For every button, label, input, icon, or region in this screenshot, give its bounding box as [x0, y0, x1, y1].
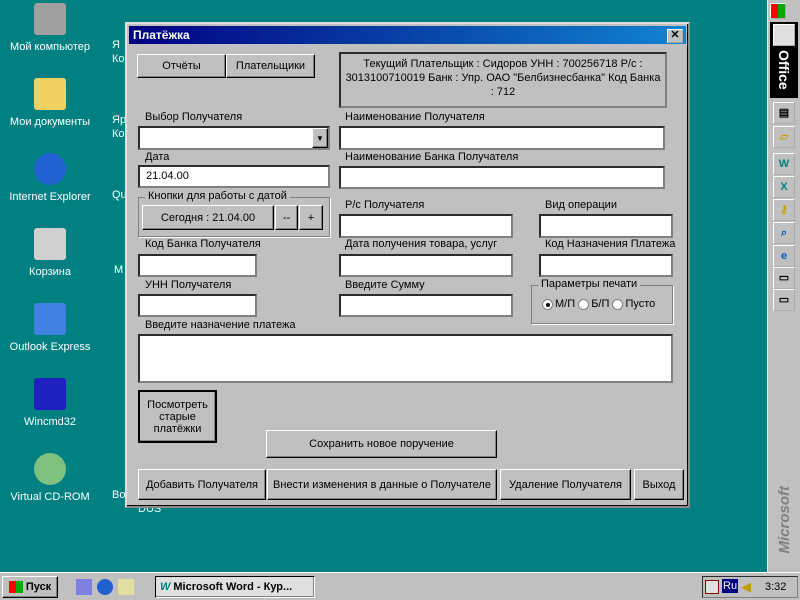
- purpose-label: Введите назначение платежа: [145, 319, 296, 331]
- desktop-icon-virtual-cd[interactable]: Virtual CD-ROM: [0, 453, 100, 503]
- date-minus-button[interactable]: --: [275, 205, 298, 230]
- account-input[interactable]: [339, 214, 513, 238]
- bank-code-input[interactable]: [138, 254, 257, 277]
- office-label: Office: [776, 50, 792, 90]
- recipient-name-input[interactable]: [339, 126, 665, 150]
- amount-input[interactable]: [339, 294, 513, 317]
- office-menu-icon[interactable]: [770, 3, 786, 19]
- start-button[interactable]: Пуск: [2, 576, 58, 598]
- taskbar: Пуск W Microsoft Word - Кур... Ru ◀ 3:32: [0, 572, 800, 600]
- system-tray: Ru ◀ 3:32: [702, 576, 798, 598]
- account-label: Р/с Получателя: [345, 199, 425, 211]
- goods-date-label: Дата получения товара, услуг: [345, 238, 498, 250]
- date-input[interactable]: 21.04.00: [138, 165, 330, 188]
- bank-name-label: Наименование Банка Получателя: [345, 151, 519, 163]
- date-plus-button[interactable]: +: [299, 205, 323, 230]
- recycle-bin-icon: [34, 228, 66, 260]
- folder-icon: [34, 78, 66, 110]
- folder-icon[interactable]: ▭: [773, 289, 795, 311]
- outlook-quicklaunch-icon[interactable]: [76, 579, 92, 595]
- taskbar-word-task[interactable]: W Microsoft Word - Кур...: [155, 576, 315, 598]
- key-icon[interactable]: ⚷: [773, 199, 795, 221]
- save-new-order-button[interactable]: Сохранить новое поручение: [266, 430, 497, 458]
- word-icon[interactable]: W: [773, 153, 795, 175]
- purpose-code-input[interactable]: [539, 254, 673, 277]
- clock[interactable]: 3:32: [765, 581, 786, 593]
- ie-icon[interactable]: e: [773, 245, 795, 267]
- microsoft-logo: Microsoft: [776, 486, 793, 554]
- radio-mp[interactable]: М/П: [542, 298, 575, 310]
- purpose-code-label: Код Назначения Платежа: [545, 238, 676, 250]
- bank-name-input[interactable]: [339, 166, 665, 189]
- new-document-icon[interactable]: ▤: [773, 102, 795, 124]
- operation-label: Вид операции: [545, 199, 617, 211]
- recipient-name-label: Наименование Получателя: [345, 111, 485, 123]
- print-group-label: Параметры печати: [538, 278, 641, 290]
- desktop-icon-ie[interactable]: Internet Explorer: [0, 153, 100, 203]
- close-button[interactable]: ✕: [667, 29, 683, 43]
- unn-input[interactable]: [138, 294, 257, 317]
- desktop-quicklaunch-icon[interactable]: [118, 579, 134, 595]
- ie-quicklaunch-icon[interactable]: [97, 579, 113, 595]
- partial-icon-label[interactable]: Яр Ко: [112, 113, 126, 141]
- reports-button[interactable]: Отчёты: [137, 54, 226, 78]
- office-label-panel: Office: [770, 22, 798, 98]
- goods-date-input[interactable]: [339, 254, 513, 277]
- windows-logo-icon: [8, 581, 23, 593]
- date-label: Дата: [145, 151, 170, 163]
- partial-icon-label[interactable]: Я Ко: [112, 38, 125, 66]
- exit-button[interactable]: Выход: [634, 469, 684, 500]
- today-button[interactable]: Сегодня : 21.04.00: [142, 205, 274, 230]
- current-payer-info: Текущий Плательщик : Сидоров УНН : 70025…: [339, 52, 667, 108]
- desktop-icon-recycle-bin[interactable]: Корзина: [0, 228, 100, 278]
- radio-icon: [578, 298, 590, 310]
- office-icon[interactable]: [773, 24, 795, 46]
- purpose-textarea[interactable]: [138, 334, 673, 383]
- title-bar[interactable]: Платёжка ✕: [129, 26, 686, 44]
- language-indicator[interactable]: Ru: [722, 579, 739, 593]
- desktop-icon-wincmd[interactable]: Wincmd32: [0, 378, 100, 428]
- recipient-select-label: Выбор Получателя: [145, 111, 243, 123]
- excel-icon[interactable]: X: [773, 176, 795, 198]
- desktop-icon-my-documents[interactable]: Мои документы: [0, 78, 100, 128]
- computer-icon: [34, 3, 66, 35]
- desktop-icon-my-computer[interactable]: Мой компьютер: [0, 3, 100, 53]
- radio-bp[interactable]: Б/П: [578, 298, 609, 310]
- open-document-icon[interactable]: ▱: [773, 126, 795, 148]
- partial-icon-label[interactable]: М: [114, 263, 123, 277]
- partial-icon-label[interactable]: Во: [112, 488, 125, 502]
- word-icon: W: [160, 581, 171, 593]
- add-recipient-button[interactable]: Добавить Получателя: [138, 469, 266, 500]
- payers-button[interactable]: Плательщики: [226, 54, 315, 78]
- outlook-icon: [34, 303, 66, 335]
- radio-icon: [612, 298, 624, 310]
- date-group-label: Кнопки для работы с датой: [145, 190, 290, 202]
- unn-label: УНН Получателя: [145, 279, 232, 291]
- chevron-down-icon[interactable]: ▼: [312, 128, 328, 148]
- view-old-payments-button[interactable]: Посмотреть старые платёжки: [138, 390, 217, 443]
- recipient-select[interactable]: ▼: [138, 126, 330, 150]
- floppy-icon: [34, 378, 66, 410]
- folder-icon[interactable]: ▭: [773, 267, 795, 289]
- office-shortcut-bar: Office ▤ ▱ W X ⚷ ⌕ e ▭ ▭ Microsoft: [767, 0, 800, 572]
- desktop-icon-outlook[interactable]: Outlook Express: [0, 303, 100, 353]
- edit-recipient-button[interactable]: Внести изменения в данные о Получателе: [267, 469, 497, 500]
- volume-icon[interactable]: ◀: [741, 579, 751, 595]
- radio-empty[interactable]: Пусто: [612, 298, 655, 310]
- bank-code-label: Код Банка Получателя: [145, 238, 261, 250]
- operation-input[interactable]: [539, 214, 673, 238]
- delete-recipient-button[interactable]: Удаление Получателя: [500, 469, 631, 500]
- scheduler-icon[interactable]: [705, 580, 719, 594]
- radio-selected-icon: [542, 298, 553, 310]
- cd-icon: [34, 453, 66, 485]
- find-icon[interactable]: ⌕: [773, 222, 795, 244]
- print-params-group: Параметры печати М/П Б/П Пусто: [531, 278, 673, 324]
- ie-icon: [34, 153, 66, 185]
- amount-label: Введите Сумму: [345, 279, 425, 291]
